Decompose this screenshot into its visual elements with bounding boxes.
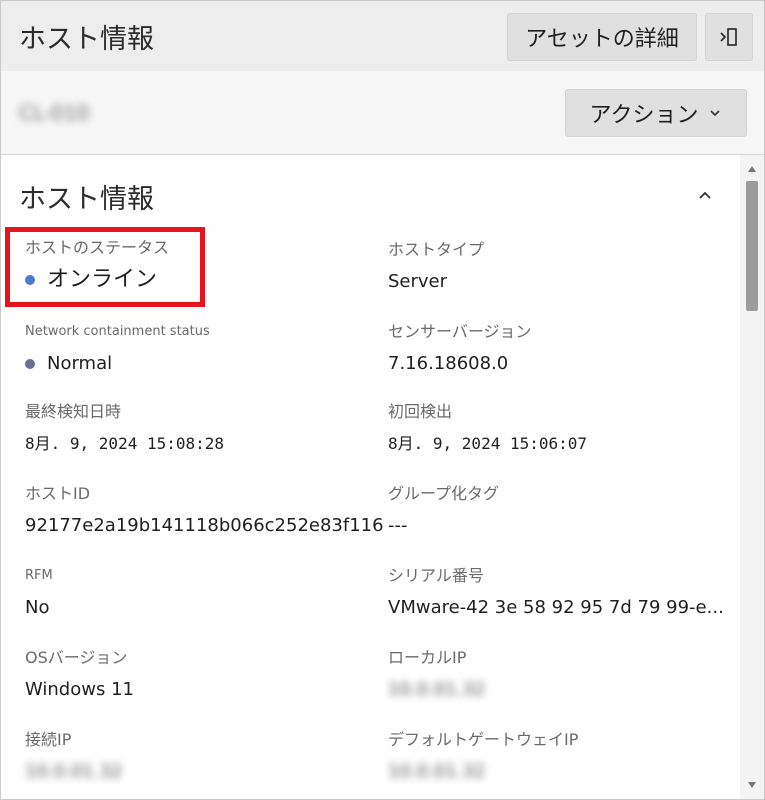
field-os-version: OSバージョン Windows 11: [25, 647, 134, 702]
scrollbar-thumb[interactable]: [746, 181, 758, 311]
scroll-up-arrow-icon[interactable]: [747, 165, 757, 173]
field-first-seen: 初回検出 8月. 9, 2024 15:06:07: [388, 401, 587, 456]
host-id-label: ホストID: [25, 484, 91, 503]
grouping-tags-label: グループ化タグ: [388, 484, 500, 503]
first-seen-value: 8月. 9, 2024 15:06:07: [388, 434, 588, 453]
status-dot-icon: [25, 275, 35, 285]
os-version-label: OSバージョン: [25, 648, 128, 667]
host-status-value: オンライン: [25, 268, 169, 292]
last-seen-value: 8月. 9, 2024 15:08:28: [25, 434, 225, 453]
field-serial-number: シリアル番号 VMware-42 3e 58 92 95 7d 79 99-e.…: [388, 565, 724, 620]
host-info-panel: ホスト情報 アセットの詳細 CL-010 アクション ホスト情報 ホストのステー…: [0, 0, 765, 800]
field-sensor-version: センサーバージョン 7.16.18608.0: [388, 321, 532, 376]
field-host-status: ホストのステータス オンライン: [25, 237, 169, 292]
grouping-tags-value: ---: [388, 515, 408, 536]
panel-title: ホスト情報: [19, 24, 154, 55]
action-menu-button[interactable]: アクション: [565, 89, 747, 137]
chevron-down-icon: [710, 110, 721, 117]
last-seen-label: 最終検知日時: [25, 402, 122, 421]
host-type-label: ホストタイプ: [388, 240, 485, 259]
sensor-version-label: センサーバージョン: [388, 322, 532, 341]
field-last-seen: 最終検知日時 8月. 9, 2024 15:08:28: [25, 401, 224, 456]
dock-panel-button[interactable]: [705, 13, 753, 61]
host-status-text: オンライン: [47, 267, 158, 292]
field-host-type: ホストタイプ Server: [388, 239, 484, 294]
field-grouping-tags: グループ化タグ ---: [388, 483, 499, 538]
connection-ip-value: 10.0.01.32: [25, 761, 123, 782]
chevron-up-icon[interactable]: [693, 183, 717, 207]
sensor-version-value: 7.16.18608.0: [388, 353, 509, 374]
network-containment-value: Normal: [25, 352, 210, 376]
vertical-scrollbar[interactable]: [740, 155, 764, 799]
host-subheader: CL-010 アクション: [1, 71, 764, 155]
field-connection-ip: 接続IP 10.0.01.32: [25, 729, 122, 784]
rfm-value: No: [25, 597, 50, 618]
first-seen-label: 初回検出: [388, 402, 453, 421]
containment-dot-icon: [25, 359, 35, 369]
network-containment-text: Normal: [47, 353, 113, 374]
field-network-containment: Network containment status Normal: [25, 321, 210, 376]
serial-number-value: VMware-42 3e 58 92 95 7d 79 99-e...: [388, 597, 724, 618]
host-status-label: ホストのステータス: [25, 238, 170, 257]
scroll-down-arrow-icon[interactable]: [747, 781, 757, 789]
rfm-label: RFM: [25, 568, 53, 583]
section-title: ホスト情報: [19, 184, 154, 215]
network-containment-label: Network containment status: [25, 324, 210, 339]
field-local-ip: ローカルIP 10.0.01.32: [388, 647, 485, 702]
default-gateway-ip-label: デフォルトゲートウェイIP: [388, 730, 579, 749]
field-host-id: ホストID 92177e2a19b141118b066c252e83f116: [25, 483, 384, 538]
action-label: アクション: [589, 103, 699, 128]
local-ip-label: ローカルIP: [388, 648, 467, 667]
connection-ip-label: 接続IP: [25, 730, 72, 749]
host-id-value: 92177e2a19b141118b066c252e83f116: [25, 515, 384, 536]
panel-header: ホスト情報 アセットの詳細: [1, 1, 764, 71]
os-version-value: Windows 11: [25, 679, 134, 700]
host-info-content: ホスト情報 ホストのステータス オンライン Network containmen…: [1, 155, 740, 799]
hostname: CL-010: [19, 101, 90, 125]
field-rfm: RFM No: [25, 565, 53, 620]
default-gateway-ip-value: 10.0.01.32: [388, 761, 486, 782]
local-ip-value: 10.0.01.32: [388, 679, 486, 700]
panel-dock-icon: [720, 28, 737, 46]
host-type-value: Server: [388, 271, 448, 292]
asset-details-button[interactable]: アセットの詳細: [507, 13, 697, 61]
serial-number-label: シリアル番号: [388, 566, 484, 585]
field-default-gateway-ip: デフォルトゲートウェイIP 10.0.01.32: [388, 729, 578, 784]
